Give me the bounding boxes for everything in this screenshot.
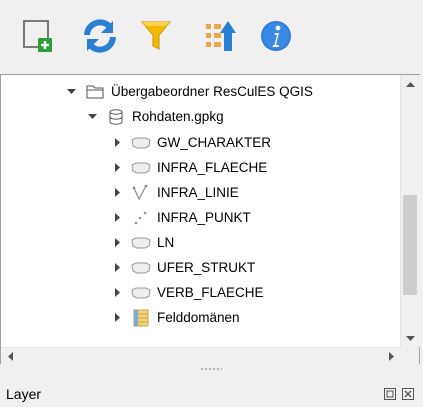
tree-item-layer[interactable]: UFER_STRUKT	[111, 255, 255, 280]
panel-title: Layer	[6, 386, 42, 402]
folder-icon	[85, 83, 105, 101]
tree-item-layer[interactable]: INFRA_PUNKT	[111, 205, 251, 230]
filter-icon	[140, 21, 172, 50]
tree-item-label: Rohdaten.gpkg	[132, 108, 224, 124]
dock-title-bar: Layer	[0, 377, 423, 407]
collapse-all-button[interactable]	[200, 14, 240, 58]
tree-item-layer[interactable]: VERB_FLAECHE	[111, 280, 264, 305]
tree-item-label: INFRA_FLAECHE	[157, 159, 268, 175]
refresh-icon	[84, 19, 116, 53]
tree-item-table[interactable]: Felddomänen	[111, 305, 240, 330]
properties-button[interactable]	[256, 14, 296, 58]
scrollbar-corner	[400, 347, 419, 364]
collapsed-arrow-icon[interactable]	[111, 212, 123, 224]
filter-button[interactable]	[136, 14, 176, 58]
float-icon	[384, 388, 396, 400]
float-panel-button[interactable]	[383, 387, 397, 401]
close-icon	[402, 388, 414, 400]
add-selected-layers-button[interactable]	[18, 14, 58, 58]
browser-tree-panel: Übergabeordner ResCulES QGIS Rohdaten.gp…	[0, 74, 420, 365]
tree-item-folder[interactable]: Übergabeordner ResCulES QGIS	[65, 79, 313, 104]
expanded-arrow-icon[interactable]	[86, 111, 98, 123]
polygon-layer-icon	[131, 234, 151, 252]
horizontal-scrollbar[interactable]	[1, 347, 400, 365]
collapsed-arrow-icon[interactable]	[111, 287, 123, 299]
tree-item-geopackage[interactable]: Rohdaten.gpkg	[86, 104, 224, 129]
scroll-down-arrow-icon	[406, 335, 415, 341]
collapsed-arrow-icon[interactable]	[111, 237, 123, 249]
tree-item-label: GW_CHARAKTER	[157, 134, 272, 150]
tree-item-layer[interactable]: INFRA_FLAECHE	[111, 155, 267, 180]
tree-item-layer[interactable]: LN	[111, 230, 174, 255]
tree-item-label: INFRA_LINIE	[157, 184, 239, 200]
table-icon	[131, 309, 151, 327]
line-layer-icon	[131, 184, 151, 202]
collapsed-arrow-icon[interactable]	[111, 312, 123, 324]
scroll-right-button[interactable]	[383, 348, 400, 365]
polygon-layer-icon	[131, 159, 151, 177]
tree-item-layer[interactable]: INFRA_LINIE	[111, 180, 239, 205]
polygon-layer-icon	[131, 284, 151, 302]
tree-item-label: UFER_STRUKT	[157, 259, 256, 275]
browser-tree: Übergabeordner ResCulES QGIS Rohdaten.gp…	[1, 75, 400, 347]
collapsed-arrow-icon[interactable]	[111, 162, 123, 174]
database-icon	[106, 108, 126, 126]
tree-item-label: INFRA_PUNKT	[157, 209, 251, 225]
vertical-scrollbar[interactable]	[400, 75, 420, 347]
tree-item-label: Übergabeordner ResCulES QGIS	[111, 83, 313, 99]
scroll-down-button[interactable]	[401, 330, 420, 347]
tree-item-label: Felddomänen	[157, 309, 240, 325]
close-panel-button[interactable]	[401, 387, 415, 401]
vertical-scroll-thumb[interactable]	[403, 195, 417, 295]
browser-toolbar	[0, 0, 423, 74]
collapsed-arrow-icon[interactable]	[111, 262, 123, 274]
scroll-up-button[interactable]	[401, 75, 420, 92]
tree-item-layer[interactable]: GW_CHARAKTER	[111, 130, 271, 155]
refresh-button[interactable]	[80, 14, 120, 58]
collapse-icon	[206, 21, 236, 51]
scroll-left-button[interactable]	[1, 348, 18, 365]
info-icon	[261, 21, 291, 51]
scroll-up-arrow-icon	[406, 81, 415, 87]
polygon-layer-icon	[131, 259, 151, 277]
tree-item-label: VERB_FLAECHE	[157, 284, 264, 300]
point-layer-icon	[131, 209, 151, 227]
collapsed-arrow-icon[interactable]	[111, 187, 123, 199]
tree-item-label: LN	[157, 234, 175, 250]
scroll-left-arrow-icon	[7, 352, 13, 361]
new-layer-icon	[23, 20, 52, 52]
resize-grip[interactable]	[200, 367, 222, 371]
collapsed-arrow-icon[interactable]	[111, 137, 123, 149]
expanded-arrow-icon[interactable]	[65, 86, 77, 98]
polygon-layer-icon	[131, 134, 151, 152]
scroll-right-arrow-icon	[388, 352, 394, 361]
